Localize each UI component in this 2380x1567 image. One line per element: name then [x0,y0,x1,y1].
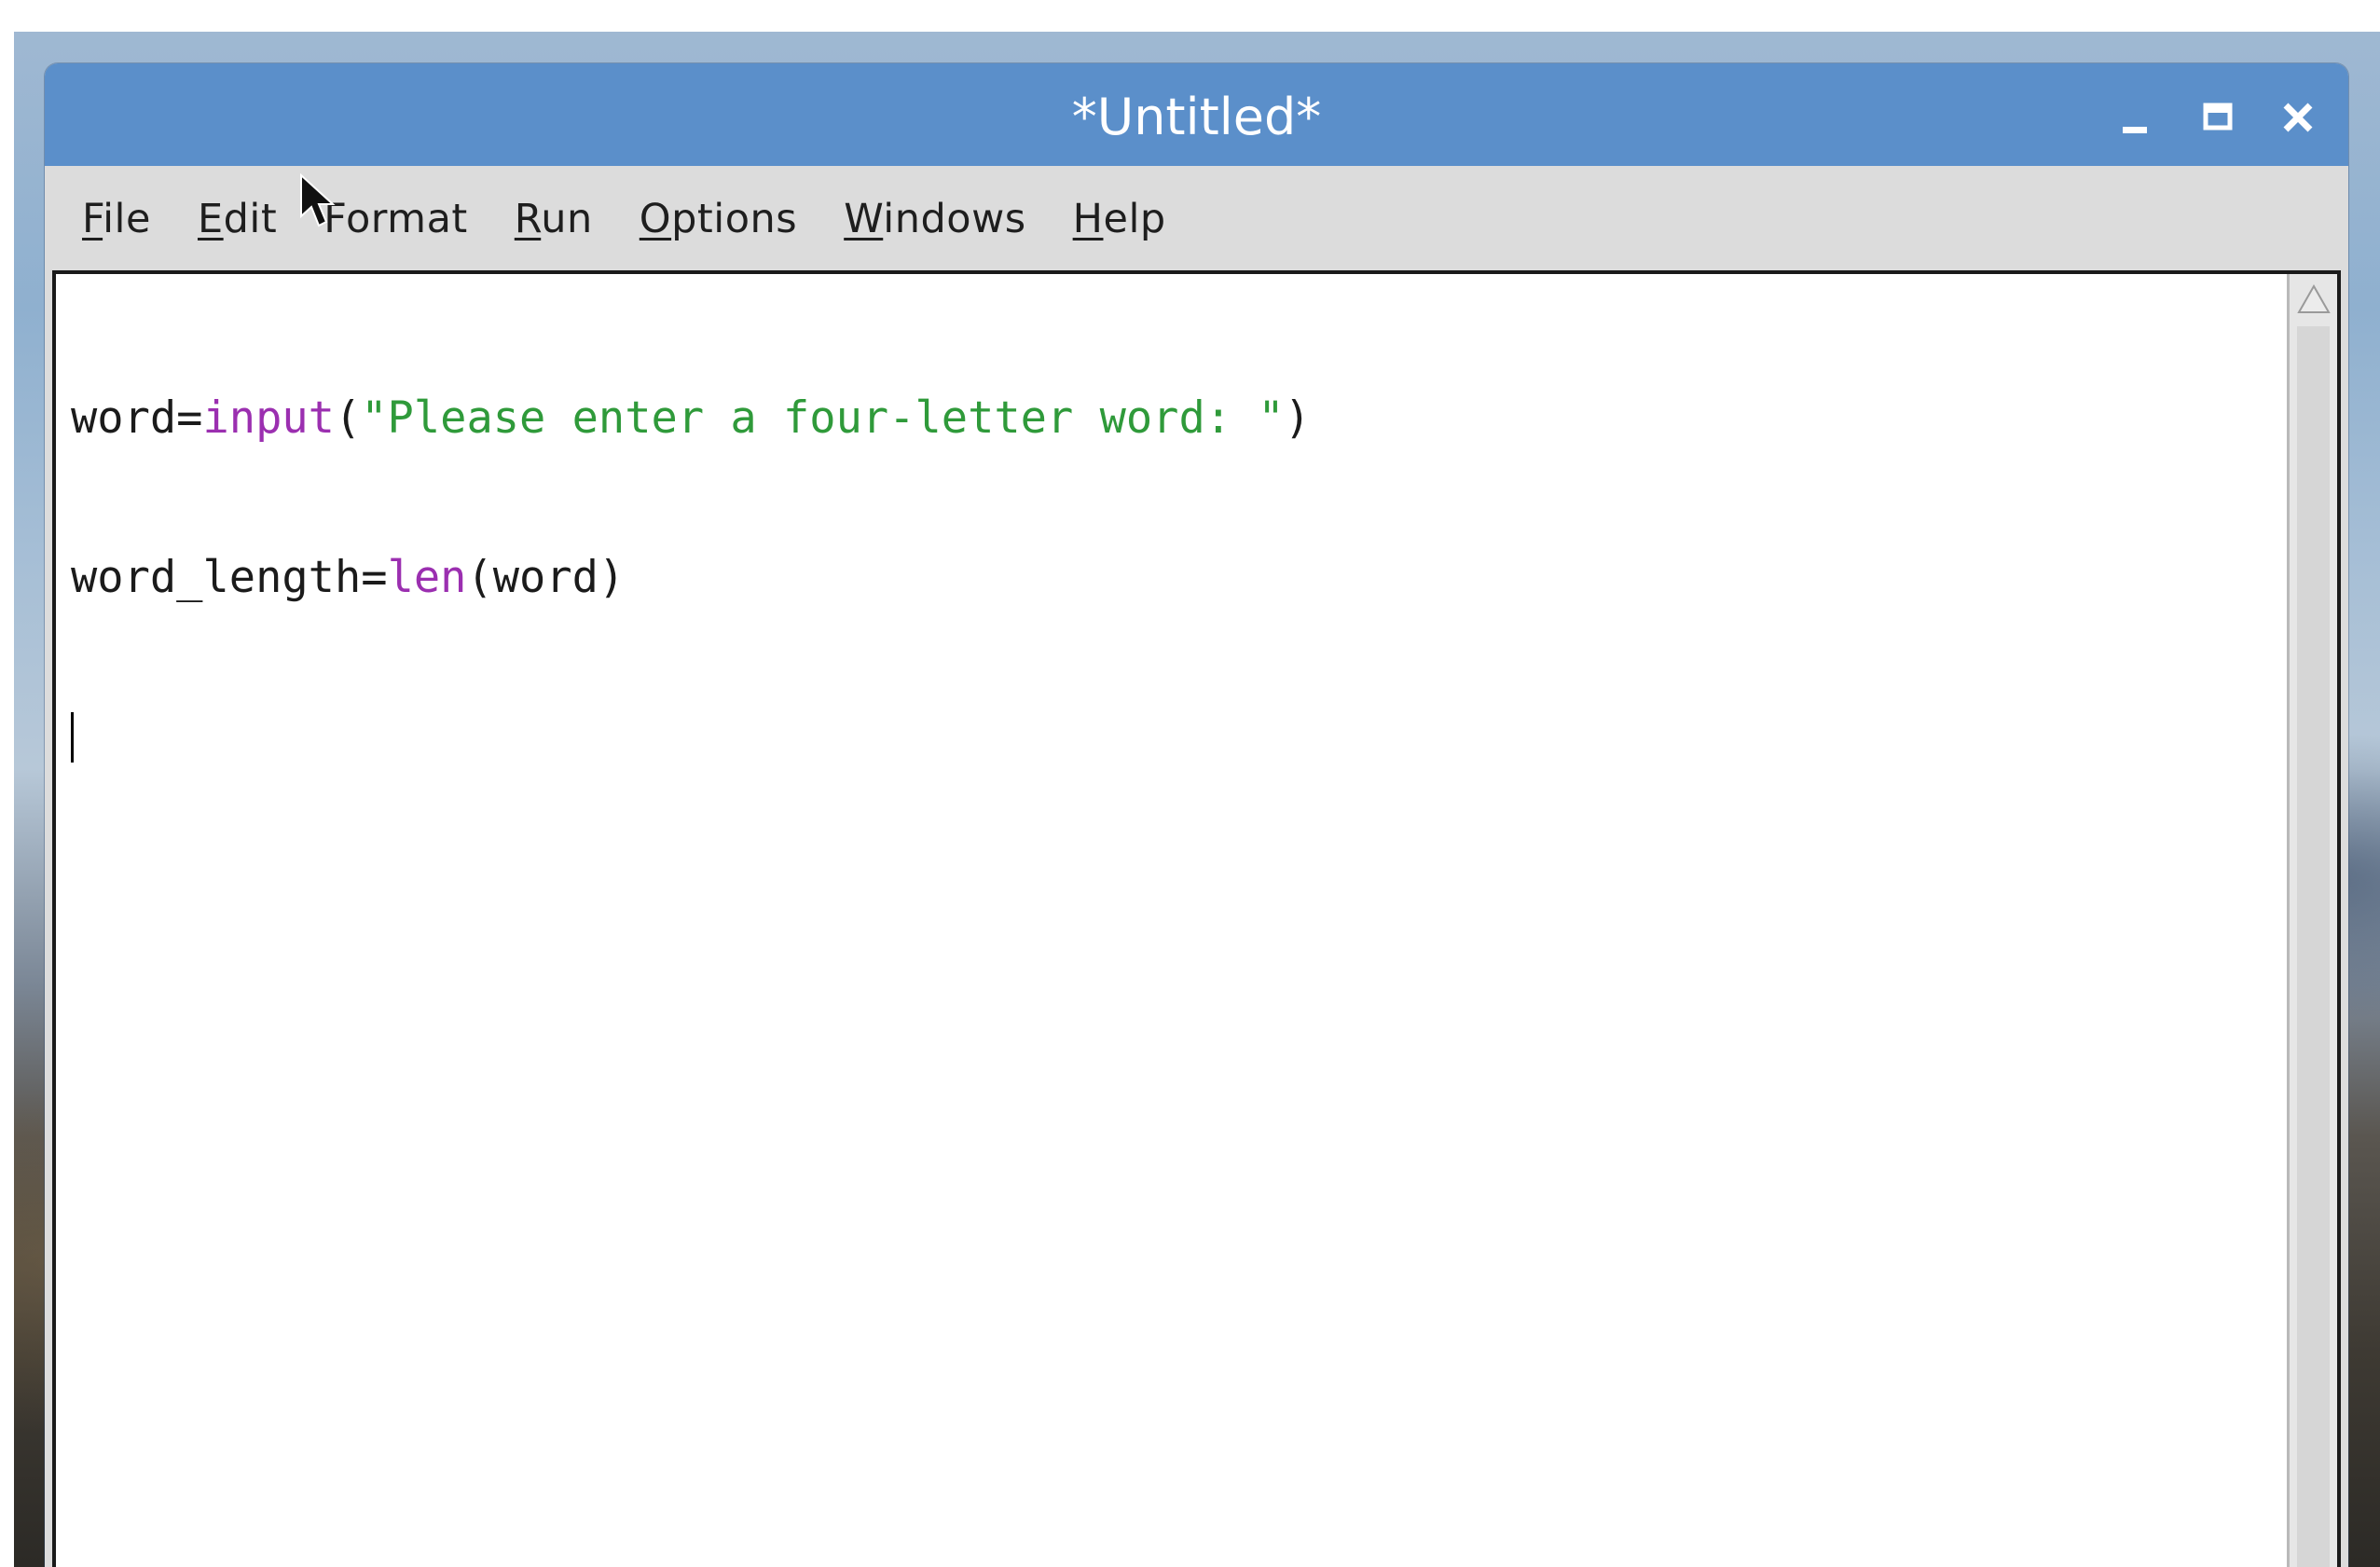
code-editor[interactable]: word=input("Please enter a four-letter w… [56,274,2287,1567]
code-token-text: ( [334,392,362,444]
code-token-text: (word) [466,552,626,603]
menu-run-mnemonic: R [514,196,542,242]
menu-options[interactable]: Options [640,196,797,242]
menu-format-label: Format [323,196,468,242]
minimize-button[interactable] [2106,89,2162,145]
code-token-text: word= [71,392,203,444]
scroll-up-button[interactable] [2290,274,2337,324]
minimize-icon [2123,127,2147,133]
editor-frame: word=input("Please enter a four-letter w… [52,270,2341,1567]
menu-edit-mnemonic: E [197,196,224,242]
code-token-builtin: len [387,552,467,603]
title-bar[interactable]: *Untitled* [45,63,2348,166]
menu-options-mnemonic: O [639,196,672,242]
menu-help[interactable]: Help [1073,196,1166,242]
mouse-pointer-icon [300,173,336,227]
code-line-2: word_length=len(word) [71,551,2272,604]
code-line-1: word=input("Please enter a four-letter w… [71,392,2272,445]
code-token-text: ) [1284,392,1311,444]
menu-file[interactable]: File [82,196,151,242]
menu-windows-label: indows [883,196,1026,242]
code-token-builtin: input [202,392,335,444]
code-token-text: word_length= [71,552,388,603]
menu-file-label: ile [103,196,151,242]
menu-bar: File Edit Format Run Options Windows Hel… [48,168,2345,270]
menu-edit[interactable]: Edit [198,196,277,242]
code-token-string: "Please enter a four-letter word: " [361,392,1285,444]
window-title: *Untitled* [1071,88,1322,146]
triangle-up-icon [2296,283,2331,313]
maximize-button[interactable] [2190,89,2246,145]
menu-file-mnemonic: F [82,196,103,242]
idle-editor-window: *Untitled* File Edit Format Run Options … [45,63,2348,1567]
menu-help-mnemonic: H [1072,196,1104,242]
code-line-3 [71,710,2272,763]
menu-windows[interactable]: Windows [844,196,1025,242]
menu-options-label: ptions [671,196,798,242]
scroll-trough[interactable] [2297,326,2330,1567]
menu-windows-mnemonic: W [844,196,884,242]
menu-run[interactable]: Run [515,196,593,242]
menu-run-label: un [541,196,593,242]
text-caret [71,712,74,763]
close-icon [2283,103,2313,132]
maximize-icon [2203,103,2233,131]
menu-edit-label: dit [223,196,278,242]
menu-help-label: elp [1103,196,1166,242]
close-button[interactable] [2270,89,2326,145]
menu-format[interactable]: Format [323,196,468,242]
vertical-scrollbar[interactable] [2287,274,2337,1567]
